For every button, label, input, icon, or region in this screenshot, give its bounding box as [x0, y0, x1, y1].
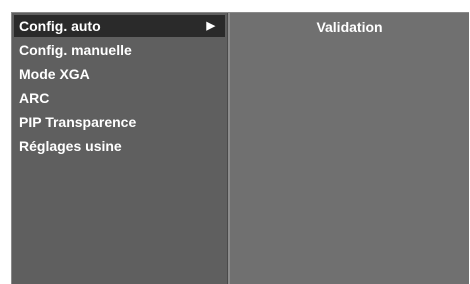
submenu-item-label: Validation [316, 19, 383, 35]
menu-item-label: Config. manuelle [19, 42, 132, 58]
menu-item-label: PIP Transparence [19, 114, 137, 130]
menu-item-pip-transparence[interactable]: PIP Transparence [14, 111, 225, 133]
submenu-arrow-icon: ▶ [206, 20, 215, 32]
submenu-item-validation[interactable]: Validation [230, 15, 469, 39]
submenu-panel: Validation [230, 13, 469, 284]
osd-panel: Config. auto ▶ Config. manuelle Mode XGA… [11, 12, 469, 284]
menu-item-label: Config. auto [19, 18, 101, 34]
menu-item-mode-xga[interactable]: Mode XGA [14, 63, 225, 85]
menu-item-label: Réglages usine [19, 138, 122, 154]
menu-item-config-auto[interactable]: Config. auto ▶ [14, 15, 225, 37]
menu-item-arc[interactable]: ARC [14, 87, 225, 109]
menu-item-label: Mode XGA [19, 66, 90, 82]
menu-item-reglages-usine[interactable]: Réglages usine [14, 135, 225, 157]
menu-item-config-manuelle[interactable]: Config. manuelle [14, 39, 225, 61]
main-menu: Config. auto ▶ Config. manuelle Mode XGA… [12, 13, 228, 284]
menu-item-label: ARC [19, 90, 50, 106]
